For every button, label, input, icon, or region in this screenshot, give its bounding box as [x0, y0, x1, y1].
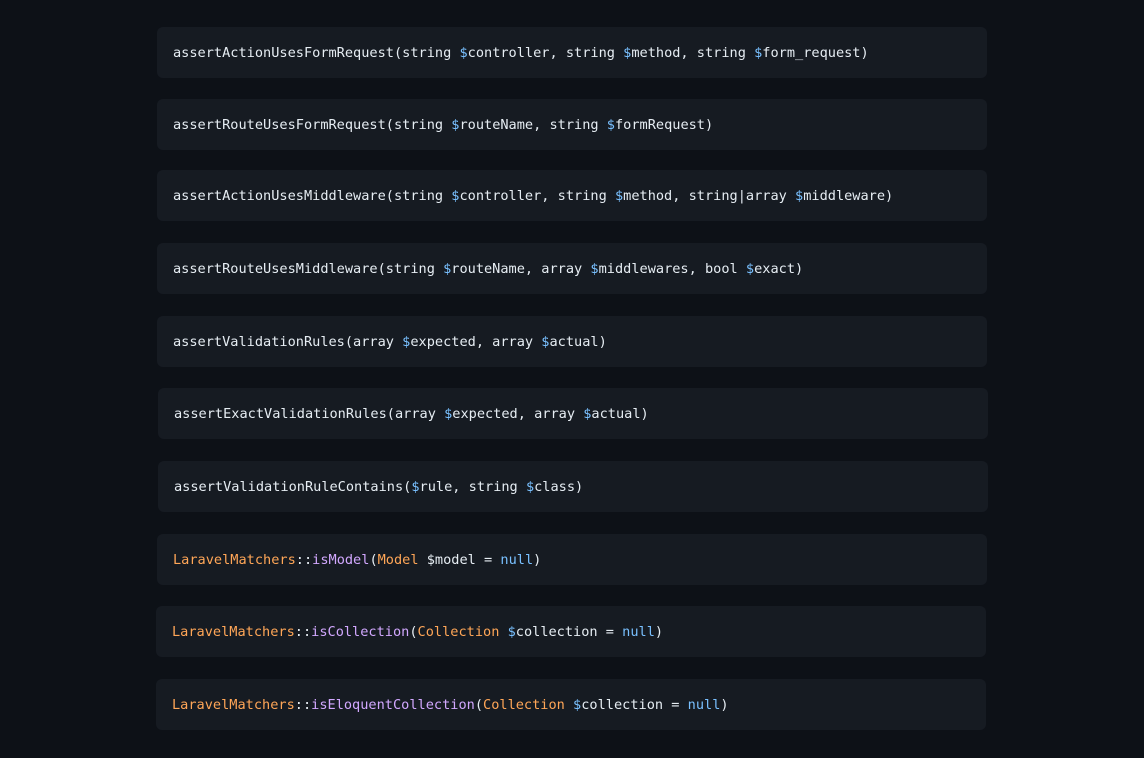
code-text: ( [474, 696, 484, 713]
code-text: assertRouteUsesFormRequest(string [173, 116, 452, 133]
variable-sigil: $ [444, 405, 453, 422]
code-text: assertExactValidationRules(array [174, 405, 445, 422]
code-block-is-model[interactable]: LaravelMatchers:: isModel(Model $model = … [157, 534, 987, 585]
variable-sigil: $ [606, 116, 615, 133]
variable-sigil: $ [614, 187, 624, 204]
variable-sigil: $ [451, 187, 460, 204]
code-text: form_request) [762, 44, 869, 61]
variable-sigil: $ [590, 260, 599, 277]
code-text: controller, string [459, 187, 615, 204]
code-block-assert-validation-rule-contains[interactable]: assertValidationRuleContains($ rule, stri… [158, 461, 988, 512]
variable-sigil: $ [411, 478, 420, 495]
code-text: routeName, string [459, 116, 607, 133]
code-text: method, string|array [623, 187, 796, 204]
code-block-assert-action-uses-middleware[interactable]: assertActionUsesMiddleware(string $ contr… [157, 170, 987, 221]
variable-sigil: $ [541, 333, 550, 350]
constant-keyword: null [500, 551, 534, 568]
code-text: class) [534, 478, 584, 495]
code-block-assert-action-uses-form-request[interactable]: assertActionUsesFormRequest(string $ cont… [157, 27, 987, 78]
code-block-assert-validation-rules[interactable]: assertValidationRules(array $ expected, a… [157, 316, 987, 367]
code-block-is-eloquent-collection[interactable]: LaravelMatchers:: isEloquentCollection(Co… [156, 679, 986, 730]
method-name: isEloquentCollection [311, 696, 475, 713]
code-text: ( [369, 551, 378, 568]
class-name: Model [377, 551, 419, 568]
code-text: expected, array [452, 405, 584, 422]
code-block-is-collection[interactable]: LaravelMatchers:: isCollection(Collection… [156, 606, 986, 657]
code-text: controller, string [467, 44, 624, 61]
code-text: assertValidationRuleContains( [174, 478, 412, 495]
code-text: ( [409, 623, 418, 640]
code-text: ) [720, 696, 729, 713]
code-text: collection = [581, 696, 688, 713]
variable-sigil: $ [573, 696, 582, 713]
code-text: actual) [549, 333, 607, 350]
method-name: isCollection [311, 623, 410, 640]
constant-keyword: null [687, 696, 721, 713]
code-text: exact) [754, 260, 804, 277]
class-name: LaravelMatchers [172, 696, 295, 713]
code-text: assertActionUsesMiddleware(string [173, 187, 452, 204]
method-name: isModel [312, 551, 370, 568]
code-text: middleware) [803, 187, 894, 204]
code-text: routeName, array [451, 260, 591, 277]
class-name: LaravelMatchers [172, 623, 295, 640]
scope-operator: :: [294, 623, 312, 640]
variable-sigil: $ [525, 478, 535, 495]
variable-sigil: $ [795, 187, 804, 204]
code-text: assertActionUsesFormRequest(string [173, 44, 460, 61]
class-name: Collection [417, 623, 500, 640]
variable-sigil: $ [754, 44, 763, 61]
variable-sigil: $ [402, 333, 411, 350]
code-text: collection = [515, 623, 623, 640]
code-text: formRequest) [614, 116, 714, 133]
code-text: $model = [418, 551, 501, 568]
class-name: LaravelMatchers [173, 551, 296, 568]
code-text: middlewares, bool [598, 260, 746, 277]
variable-sigil: $ [451, 116, 460, 133]
code-text: actual) [591, 405, 649, 422]
code-text: ) [654, 623, 664, 640]
variable-sigil: $ [459, 44, 468, 61]
variable-sigil: $ [507, 623, 516, 640]
variable-sigil: $ [443, 260, 452, 277]
code-text: method, string [631, 44, 755, 61]
scope-operator: :: [295, 551, 313, 568]
variable-sigil: $ [623, 44, 632, 61]
documentation-page: assertActionUsesFormRequest(string $ cont… [0, 0, 1144, 758]
code-block-assert-route-uses-middleware[interactable]: assertRouteUsesMiddleware(string $ routeN… [157, 243, 987, 294]
code-text: expected, array [410, 333, 542, 350]
code-text: ) [533, 551, 542, 568]
constant-keyword: null [622, 623, 655, 640]
code-text: rule, string [419, 478, 526, 495]
code-block-assert-route-uses-form-request[interactable]: assertRouteUsesFormRequest(string $ route… [157, 99, 987, 150]
class-name: Collection [483, 696, 565, 713]
variable-sigil: $ [583, 405, 592, 422]
scope-operator: :: [294, 696, 312, 713]
code-block-assert-exact-validation-rules[interactable]: assertExactValidationRules(array $ expect… [158, 388, 988, 439]
code-text: assertRouteUsesMiddleware(string [173, 260, 444, 277]
variable-sigil: $ [745, 260, 755, 277]
code-text: assertValidationRules(array [173, 333, 403, 350]
